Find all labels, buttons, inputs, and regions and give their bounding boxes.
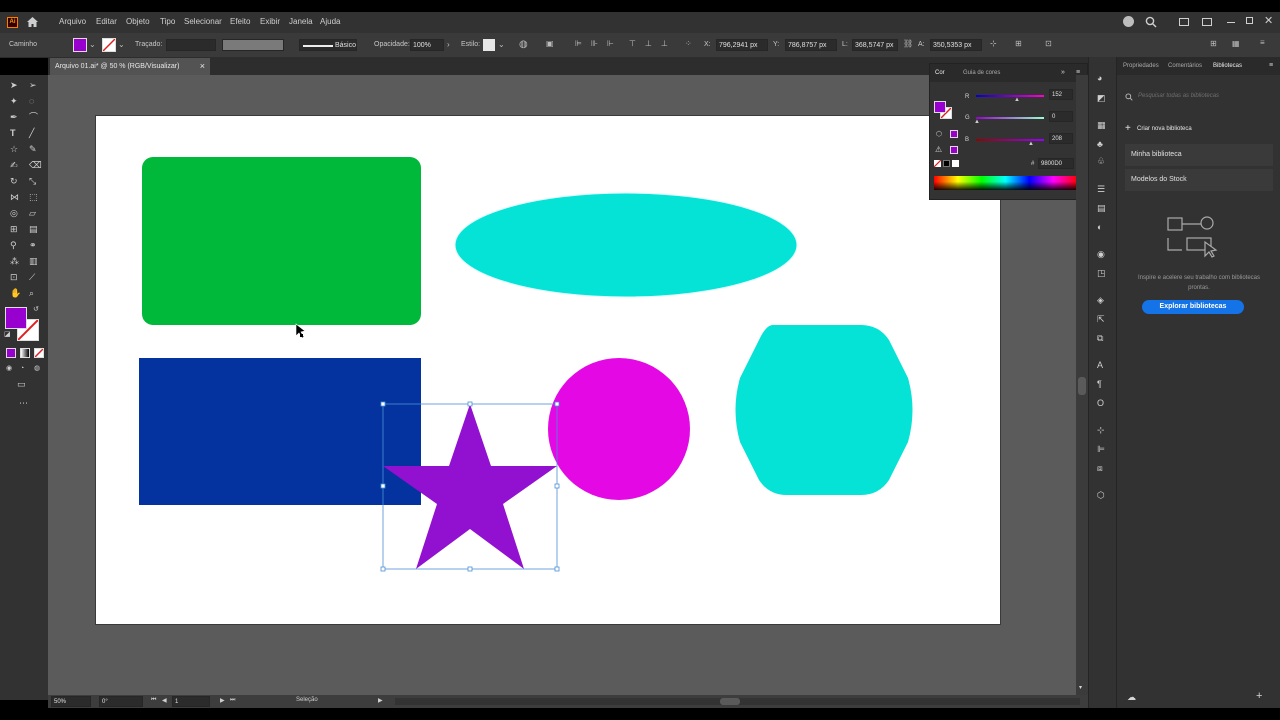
b-slider-thumb[interactable]: ▲ bbox=[1028, 141, 1034, 147]
layers-panel-icon[interactable]: ◈ bbox=[1097, 296, 1104, 305]
swatches-panel-icon[interactable]: ▦ bbox=[1097, 121, 1106, 130]
green-rounded-rectangle[interactable] bbox=[142, 157, 421, 325]
color-guide-panel-icon[interactable]: ◩ bbox=[1097, 94, 1106, 103]
black-swatch[interactable] bbox=[943, 160, 950, 167]
library-search-icon bbox=[1125, 93, 1133, 101]
horizontal-scrollbar[interactable] bbox=[395, 698, 1080, 705]
web-safe-swatch[interactable] bbox=[950, 130, 958, 138]
libraries-empty-text: Inspire e acelere seu trabalho com bibli… bbox=[1137, 275, 1261, 291]
collapse-panel-icon[interactable]: » bbox=[1061, 69, 1065, 76]
export-panel-icon[interactable]: ⇱ bbox=[1097, 315, 1105, 324]
character-panel-icon[interactable]: A bbox=[1097, 361, 1103, 370]
brushes-panel-icon[interactable]: ♣ bbox=[1097, 140, 1103, 149]
r-slider-thumb[interactable]: ▲ bbox=[1014, 97, 1020, 103]
appearance-panel-icon[interactable]: ◉ bbox=[1097, 250, 1105, 259]
out-of-web-color-icon[interactable]: ⬡ bbox=[936, 130, 942, 138]
library-item-stock[interactable]: Modelos do Stock bbox=[1125, 169, 1273, 191]
r-slider[interactable] bbox=[976, 95, 1044, 97]
out-of-gamut-warning-icon[interactable]: ⚠ bbox=[935, 145, 942, 154]
gamut-swatch[interactable] bbox=[950, 146, 958, 154]
vertical-scroll-thumb[interactable] bbox=[1078, 377, 1086, 395]
transparency-panel-icon[interactable]: ◐ bbox=[1097, 223, 1102, 232]
status-bar: 50% 0° ⏮ ◀ 1 ▶ ⏭ Seleção ▶ bbox=[48, 695, 1088, 708]
graphic-styles-panel-icon[interactable]: ◳ bbox=[1097, 269, 1106, 278]
transform-panel-icon[interactable]: ⊹ bbox=[1097, 426, 1105, 435]
first-artboard-icon[interactable]: ⏮ bbox=[151, 697, 156, 704]
g-slider[interactable] bbox=[976, 117, 1044, 119]
explore-libraries-button[interactable]: Explorar bibliotecas bbox=[1142, 300, 1244, 314]
color-guide-tab[interactable]: Guia de cores bbox=[963, 70, 1000, 76]
libraries-panel: Propriedades Comentários Bibliotecas ≡ P… bbox=[1116, 57, 1280, 708]
b-label: B bbox=[965, 137, 970, 143]
paragraph-panel-icon[interactable]: ¶ bbox=[1097, 380, 1102, 389]
status-arrow-icon[interactable]: ▶ bbox=[378, 697, 383, 704]
panel-icon-strip: ◕ ◩ ▦ ♣ ♧ ☰ ▤ ◐ ◉ ◳ ◈ ⇱ ⧉ A ¶ O ⊹ ⊫ ⧈ ⬡ bbox=[1088, 57, 1117, 708]
color-panel-icon[interactable]: ◕ bbox=[1097, 74, 1102, 83]
b-field[interactable]: 208 bbox=[1049, 133, 1073, 144]
library-item-label: Minha biblioteca bbox=[1131, 151, 1182, 158]
panel-fill-swatch[interactable] bbox=[934, 101, 946, 113]
libraries-tab[interactable]: Bibliotecas bbox=[1213, 63, 1242, 69]
artboards-panel-icon[interactable]: ⧉ bbox=[1097, 334, 1103, 343]
horizontal-scroll-thumb[interactable] bbox=[720, 698, 740, 705]
r-field[interactable]: 152 bbox=[1049, 89, 1073, 100]
next-artboard-icon[interactable]: ▶ bbox=[220, 697, 225, 704]
properties-tab[interactable]: Propriedades bbox=[1123, 63, 1159, 69]
creative-cloud-icon[interactable]: ☁ bbox=[1127, 692, 1136, 703]
color-tab[interactable]: Cor bbox=[935, 70, 945, 76]
comments-tab[interactable]: Comentários bbox=[1168, 63, 1202, 69]
canvas-vertical-scrollbar[interactable]: ▾ bbox=[1076, 75, 1088, 695]
right-panel-menu-icon[interactable]: ≡ bbox=[1269, 62, 1273, 69]
artboard-number-field[interactable]: 1 bbox=[172, 696, 210, 707]
3d-materials-panel-icon[interactable]: ⬡ bbox=[1097, 491, 1105, 500]
plus-icon[interactable]: + bbox=[1125, 123, 1131, 134]
g-slider-thumb[interactable]: ▲ bbox=[974, 119, 980, 125]
align-panel-icon[interactable]: ⊫ bbox=[1097, 445, 1105, 454]
color-panel: Cor Guia de cores » ≡ ⬡ ⚠ R ▲ 152 G ▲ 0 … bbox=[929, 63, 1088, 200]
create-library-link[interactable]: Criar nova biblioteca bbox=[1137, 126, 1192, 132]
mouse-cursor bbox=[295, 323, 306, 339]
last-artboard-icon[interactable]: ⏭ bbox=[230, 697, 235, 704]
r-label: R bbox=[965, 94, 970, 100]
symbols-panel-icon[interactable]: ♧ bbox=[1097, 157, 1105, 166]
rotation-field[interactable]: 0° bbox=[99, 696, 143, 707]
zoom-level-field[interactable]: 50% bbox=[51, 696, 91, 707]
none-color-swatch[interactable] bbox=[934, 160, 941, 167]
white-swatch[interactable] bbox=[952, 160, 959, 167]
stroke-panel-icon[interactable]: ☰ bbox=[1097, 185, 1105, 194]
color-spectrum[interactable] bbox=[934, 176, 1077, 190]
cyan-rounded-hexagon[interactable] bbox=[735, 325, 913, 495]
window-bottom-band bbox=[0, 708, 1280, 720]
g-label: G bbox=[965, 115, 970, 121]
opentype-panel-icon[interactable]: O bbox=[1097, 399, 1104, 408]
blue-rectangle[interactable] bbox=[139, 358, 421, 505]
hex-label: # bbox=[1031, 161, 1035, 167]
library-item-label: Modelos do Stock bbox=[1131, 176, 1187, 183]
hex-field[interactable]: 9800D0 bbox=[1038, 158, 1074, 169]
magenta-circle[interactable] bbox=[548, 358, 690, 500]
library-search[interactable]: Pesquisar todas as bibliotecas bbox=[1117, 89, 1280, 105]
scroll-down-arrow-icon[interactable]: ▾ bbox=[1079, 684, 1082, 691]
previous-artboard-icon[interactable]: ◀ bbox=[162, 697, 167, 704]
status-tool-name[interactable]: Seleção bbox=[296, 697, 318, 703]
add-library-icon[interactable]: + bbox=[1256, 690, 1262, 702]
libraries-illustration-icon bbox=[1167, 216, 1218, 258]
gradient-panel-icon[interactable]: ▤ bbox=[1097, 204, 1106, 213]
toolbar-fill-swatch[interactable] bbox=[5, 307, 27, 329]
library-item-minha[interactable]: Minha biblioteca bbox=[1125, 144, 1273, 166]
library-search-placeholder: Pesquisar todas as bibliotecas bbox=[1138, 93, 1220, 99]
pathfinder-panel-icon[interactable]: ⧈ bbox=[1097, 464, 1103, 473]
cyan-ellipse[interactable] bbox=[454, 192, 798, 298]
g-field[interactable]: 0 bbox=[1049, 111, 1073, 122]
